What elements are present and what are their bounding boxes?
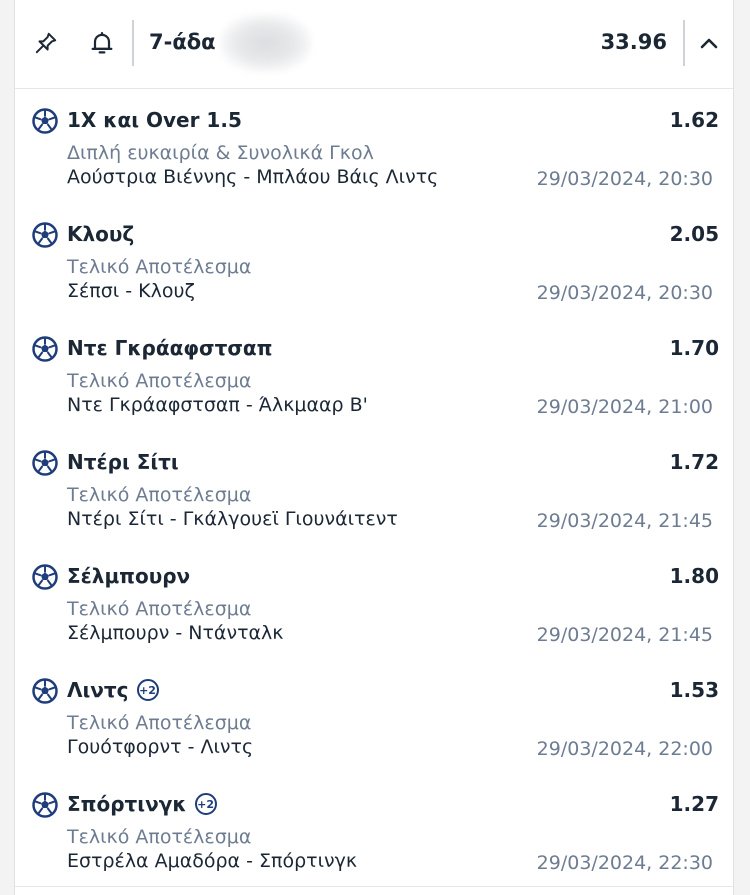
football-icon — [32, 336, 58, 362]
event-datetime: 29/03/2024, 21:45 — [536, 624, 713, 646]
market-name: Τελικό Αποτέλεσμα — [67, 598, 252, 620]
redacted-area — [220, 14, 312, 72]
event-datetime: 29/03/2024, 20:30 — [536, 282, 713, 304]
bet-builder-badge[interactable]: +2 — [136, 679, 159, 701]
selection-item[interactable]: Λιντς +2 1.53 Τελικό Αποτέλεσμα Γουότφορ… — [15, 674, 733, 788]
selection-item[interactable]: Ντέρι Σίτι 1.72 Τελικό Αποτέλεσμα Ντέρι … — [15, 446, 733, 560]
football-icon — [32, 450, 58, 476]
football-icon — [32, 792, 58, 818]
selection-name-text: Σπόρτινγκ — [67, 792, 187, 816]
selection-name: Λιντς +2 — [67, 678, 159, 702]
market-name: Τελικό Αποτέλεσμα — [67, 484, 252, 506]
selection-odds: 1.70 — [669, 336, 719, 360]
selection-item[interactable]: Σπόρτινγκ +2 1.27 Τελικό Αποτέλεσμα Εστρ… — [15, 788, 733, 895]
market-name: Τελικό Αποτέλεσμα — [67, 712, 252, 734]
selection-name: Ντέρι Σίτι — [67, 450, 179, 474]
selection-name-text: Σέλμπουρν — [67, 564, 191, 588]
chevron-up-icon[interactable] — [691, 26, 727, 62]
event-datetime: 29/03/2024, 21:00 — [536, 396, 713, 418]
event-datetime: 29/03/2024, 20:30 — [536, 168, 713, 190]
selection-name: Σπόρτινγκ +2 — [67, 792, 217, 816]
market-name: Τελικό Αποτέλεσμα — [67, 256, 252, 278]
event-datetime: 29/03/2024, 21:45 — [536, 510, 713, 532]
selection-name: Ντε Γκράαφστσαπ — [67, 336, 272, 360]
event-name: Ντέρι Σίτι - Γκάλγουεϊ Γιουνάιτεντ — [67, 508, 398, 530]
event-name: Αούστρια Βιέννης - Μπλάου Βάις Λιντς — [67, 166, 439, 188]
market-name: Τελικό Αποτέλεσμα — [67, 826, 252, 848]
selection-name: Κλουζ — [67, 222, 134, 246]
football-icon — [32, 678, 58, 704]
total-odds: 33.96 — [600, 30, 667, 54]
event-name: Σέλμπουρν - Ντάνταλκ — [67, 622, 284, 644]
selection-name: Σέλμπουρν — [67, 564, 190, 588]
selection-item[interactable]: Σέλμπουρν 1.80 Τελικό Αποτέλεσμα Σέλμπου… — [15, 560, 733, 674]
pin-icon[interactable] — [29, 26, 63, 60]
bet-builder-badge[interactable]: +2 — [194, 793, 217, 815]
event-name: Ντε Γκράαφστσαπ - Άλκμααρ Β' — [67, 394, 368, 416]
event-datetime: 29/03/2024, 22:00 — [536, 738, 713, 760]
selection-name-text: Ντέρι Σίτι — [67, 450, 179, 474]
bell-icon[interactable] — [85, 26, 119, 60]
football-icon — [32, 222, 58, 248]
selection-name-text: 1X και Over 1.5 — [67, 108, 242, 132]
selection-odds: 1.53 — [669, 678, 719, 702]
header-divider — [132, 20, 134, 66]
selection-item[interactable]: 1X και Over 1.5 1.62 Διπλή ευκαιρία & Συ… — [15, 104, 733, 218]
event-datetime: 29/03/2024, 22:30 — [536, 852, 713, 874]
market-name: Διπλή ευκαιρία & Συνολικά Γκολ — [67, 142, 374, 164]
bottom-divider — [15, 886, 733, 887]
selection-item[interactable]: Ντε Γκράαφστσαπ 1.70 Τελικό Αποτέλεσμα Ν… — [15, 332, 733, 446]
selection-odds: 1.27 — [669, 792, 719, 816]
betslip-card: 7-άδα 33.96 1X και Over 1.5 1.62 Διπλή ε… — [14, 0, 734, 895]
event-name: Σέπσι - Κλουζ — [67, 280, 195, 302]
selection-item[interactable]: Κλουζ 2.05 Τελικό Αποτέλεσμα Σέπσι - Κλο… — [15, 218, 733, 332]
selection-odds: 2.05 — [669, 222, 719, 246]
selection-odds: 1.62 — [669, 108, 719, 132]
selection-odds: 1.72 — [669, 450, 719, 474]
selection-name-text: Κλουζ — [67, 222, 135, 246]
football-icon — [32, 564, 58, 590]
event-name: Εστρέλα Αμαδόρα - Σπόρτινγκ — [67, 850, 358, 872]
header-divider — [683, 20, 685, 66]
selection-name-text: Ντε Γκράαφστσαπ — [67, 336, 273, 360]
selection-odds: 1.80 — [669, 564, 719, 588]
football-icon — [32, 108, 58, 134]
betslip-header[interactable]: 7-άδα 33.96 — [15, 0, 733, 89]
event-name: Γουότφορντ - Λιντς — [67, 736, 254, 758]
bet-type-title: 7-άδα — [149, 30, 216, 54]
selection-name-text: Λιντς — [67, 678, 129, 702]
market-name: Τελικό Αποτέλεσμα — [67, 370, 252, 392]
selection-name: 1X και Over 1.5 — [67, 108, 242, 132]
